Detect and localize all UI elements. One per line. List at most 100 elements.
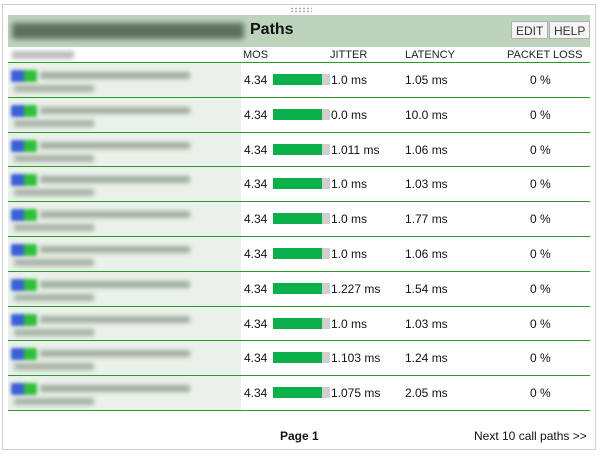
- jitter-value: 1.011 ms: [331, 142, 380, 157]
- mos-bar-fill: [273, 74, 323, 85]
- mos-bar: [273, 352, 330, 364]
- call-path-detail-redacted: [14, 119, 94, 127]
- call-path-detail-redacted: [14, 363, 94, 371]
- call-path-row[interactable]: 4.34 1.0 ms 1.05 ms 0 %: [8, 63, 590, 98]
- jitter-value: 1.0 ms: [331, 246, 368, 261]
- call-path-name-redacted: [40, 106, 190, 114]
- call-path-list: 4.34 1.0 ms 1.05 ms 0 % 4.34 0.0 ms 10.0 ms 0 %…: [8, 63, 590, 411]
- mos-value: 4.34: [244, 281, 268, 296]
- mos-bar: [273, 178, 330, 190]
- call-path-label-redacted[interactable]: [8, 63, 241, 97]
- call-path-row[interactable]: 4.34 1.227 ms 1.54 ms 0 %: [8, 271, 590, 307]
- call-path-row[interactable]: 4.34 1.0 ms 1.06 ms 0 %: [8, 236, 590, 272]
- widget-panel: Paths EDIT HELP MOS JITTER LATENCY PACKE…: [2, 4, 596, 450]
- latency-value: 1.03 ms: [405, 177, 448, 192]
- mos-bar: [273, 247, 330, 259]
- call-path-row[interactable]: 4.34 1.0 ms 1.77 ms 0 %: [8, 202, 590, 237]
- jitter-value: 1.0 ms: [331, 177, 368, 192]
- latency-value: 10.0 ms: [405, 107, 448, 122]
- mos-bar-fill: [273, 247, 323, 259]
- mos-value: 4.34: [244, 107, 268, 122]
- call-path-row[interactable]: 4.34 1.075 ms 2.05 ms 0 %: [8, 376, 590, 411]
- mos-bar-fill: [273, 387, 323, 399]
- mos-bar: [273, 317, 330, 329]
- mos-value: 4.34: [244, 177, 268, 192]
- call-path-row[interactable]: 4.34 1.103 ms 1.24 ms 0 %: [8, 341, 590, 377]
- call-path-name-redacted: [40, 176, 190, 184]
- next-page-link[interactable]: Next 10 call paths >>: [474, 429, 587, 443]
- call-path-row[interactable]: 4.34 1.0 ms 1.03 ms 0 %: [8, 306, 590, 342]
- packet-loss-value: 0 %: [530, 316, 551, 331]
- mos-bar: [273, 143, 330, 155]
- drag-grip-icon[interactable]: [290, 7, 312, 13]
- call-path-name-redacted: [40, 245, 190, 253]
- call-path-label-redacted[interactable]: [8, 341, 241, 376]
- call-path-label-redacted[interactable]: [8, 167, 241, 202]
- call-path-row[interactable]: 4.34 1.0 ms 1.03 ms 0 %: [8, 167, 590, 203]
- call-path-label-redacted[interactable]: [8, 202, 241, 236]
- mos-value: 4.34: [244, 246, 268, 261]
- packet-loss-value: 0 %: [530, 73, 551, 87]
- call-path-label-redacted[interactable]: [8, 97, 241, 132]
- call-path-label-redacted[interactable]: [8, 132, 241, 167]
- mos-value: 4.34: [244, 386, 268, 401]
- mos-bar: [273, 213, 330, 225]
- mos-value: 4.34: [244, 73, 268, 87]
- mos-bar: [273, 74, 330, 85]
- call-path-row[interactable]: 4.34 1.011 ms 1.06 ms 0 %: [8, 132, 590, 168]
- call-path-detail-redacted: [14, 154, 94, 162]
- packet-loss-value: 0 %: [530, 386, 551, 401]
- call-path-icon: [11, 70, 37, 82]
- help-button[interactable]: HELP: [549, 21, 591, 39]
- latency-value: 1.06 ms: [405, 246, 448, 261]
- call-path-name-redacted: [40, 350, 190, 358]
- packet-loss-value: 0 %: [530, 142, 551, 157]
- packet-loss-value: 0 %: [530, 177, 551, 192]
- call-path-label-redacted[interactable]: [8, 236, 241, 271]
- latency-value: 1.05 ms: [405, 73, 448, 87]
- mos-bar-fill: [273, 352, 323, 364]
- latency-value: 1.77 ms: [405, 212, 448, 227]
- call-path-name-redacted: [40, 315, 190, 323]
- jitter-value: 1.0 ms: [331, 212, 368, 227]
- packet-loss-value: 0 %: [530, 351, 551, 366]
- call-path-label-redacted[interactable]: [8, 271, 241, 306]
- call-path-detail-redacted: [14, 398, 94, 406]
- mos-bar-fill: [273, 143, 323, 155]
- mos-bar: [273, 108, 330, 120]
- packet-loss-value: 0 %: [530, 281, 551, 296]
- mos-bar-fill: [273, 213, 323, 225]
- call-path-detail-redacted: [14, 189, 94, 197]
- mos-bar-fill: [273, 282, 323, 294]
- edit-button[interactable]: EDIT: [511, 21, 549, 39]
- call-path-label-redacted[interactable]: [8, 306, 241, 341]
- call-path-detail-redacted: [14, 224, 94, 232]
- column-header-packet-loss: PACKET LOSS: [507, 49, 583, 61]
- call-path-icon: [11, 278, 37, 291]
- packet-loss-value: 0 %: [530, 212, 551, 227]
- call-path-name-redacted: [40, 280, 190, 288]
- call-path-detail-redacted: [14, 328, 94, 336]
- mos-bar-fill: [273, 108, 323, 120]
- latency-value: 1.06 ms: [405, 142, 448, 157]
- mos-bar: [273, 282, 330, 294]
- call-path-icon: [11, 139, 37, 152]
- jitter-value: 0.0 ms: [331, 107, 368, 122]
- column-header-row: MOS JITTER LATENCY PACKET LOSS: [8, 47, 590, 63]
- widget-header: Paths EDIT HELP: [8, 15, 591, 47]
- mos-bar-fill: [273, 317, 323, 329]
- call-path-row[interactable]: 4.34 0.0 ms 10.0 ms 0 %: [8, 97, 590, 133]
- call-path-icon: [11, 209, 37, 222]
- column-header-latency: LATENCY: [405, 49, 455, 61]
- widget-title: Paths: [250, 21, 294, 38]
- call-path-icon: [11, 174, 37, 187]
- title-redacted: [12, 23, 244, 39]
- jitter-value: 1.0 ms: [331, 316, 368, 331]
- mos-value: 4.34: [244, 316, 268, 331]
- column-header-redacted: [12, 51, 74, 59]
- call-path-name-redacted: [40, 385, 190, 393]
- call-path-name-redacted: [40, 72, 190, 79]
- jitter-value: 1.103 ms: [331, 351, 381, 366]
- call-path-detail-redacted: [14, 258, 94, 266]
- call-path-label-redacted[interactable]: [8, 376, 241, 410]
